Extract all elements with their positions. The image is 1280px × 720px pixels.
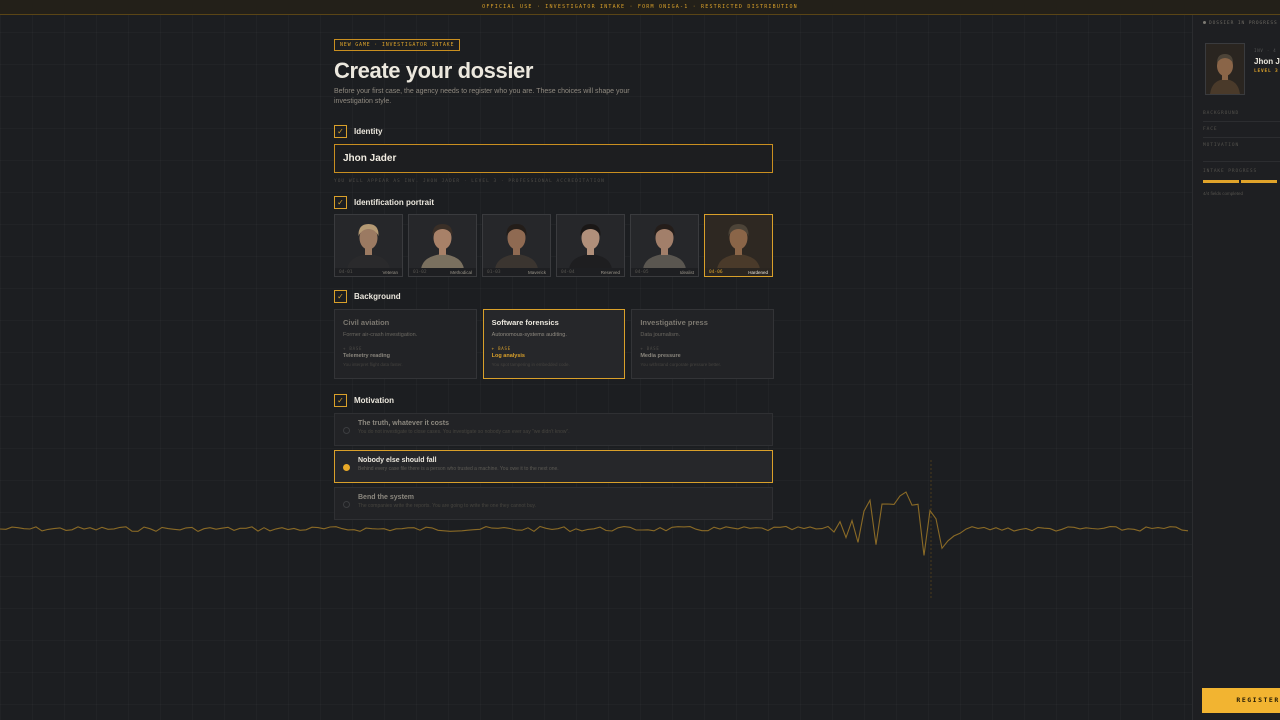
portrait-number: 01-02 <box>413 269 427 275</box>
background-card-subtitle: Data journalism. <box>640 332 681 338</box>
sidebar-level: LEVEL 3 <box>1254 69 1279 74</box>
portrait-label: Reserved <box>600 269 620 275</box>
background-card-software-forensics[interactable]: Software forensics Autonomous-systems au… <box>482 309 626 379</box>
background-card-skill: Telemetry reading <box>343 353 390 359</box>
portrait-label: Maverick <box>527 269 546 275</box>
divider <box>1203 161 1280 162</box>
background-card-title: Investigative press <box>640 318 708 327</box>
portrait-label: Methodical <box>450 269 472 275</box>
portrait-avatar-icon <box>557 215 624 269</box>
background-section: ✓ Background Civil aviation Former air-c… <box>334 289 775 379</box>
portrait-card-idealist[interactable]: 04-05 Idealist <box>630 214 699 277</box>
background-card-desc: You interpret flight data faster. <box>343 362 403 367</box>
portrait-avatar-icon <box>631 215 698 269</box>
register-button[interactable]: REGISTER A <box>1202 688 1280 713</box>
name-input[interactable]: Jhon Jader <box>334 144 773 173</box>
identity-title: Identity <box>354 126 383 136</box>
motivation-option-title: Bend the system <box>358 494 415 501</box>
sidebar-field-background: BACKGROUND <box>1203 111 1240 116</box>
background-check-icon: ✓ <box>334 289 347 303</box>
portrait-card-hardened[interactable]: 04-06 Hardened <box>704 214 773 277</box>
divider <box>1203 121 1280 122</box>
motivation-check-icon: ✓ <box>334 393 347 407</box>
portrait-avatar-icon <box>705 215 772 269</box>
top-classification-bar: OFFICIAL USE · INVESTIGATOR INTAKE · FOR… <box>0 0 1280 15</box>
portrait-number: 04-01 <box>339 269 353 275</box>
background-card-desc: You withstand corporate pressure better. <box>640 362 721 367</box>
portrait-card-maverick[interactable]: 01-03 Maverick <box>482 214 551 277</box>
radio-icon <box>343 427 350 434</box>
background-card-bonus: + BASE <box>343 346 363 351</box>
portrait-label: Hardened <box>748 269 768 275</box>
portrait-card-reserved[interactable]: 04-04 Reserved <box>556 214 625 277</box>
identity-check-icon: ✓ <box>334 124 347 138</box>
dossier-form: NEW GAME · INVESTIGATOR INTAKE Create yo… <box>334 33 775 524</box>
sidebar-name: Jhon J <box>1254 57 1280 66</box>
motivation-option-desc: Behind every case file there is a person… <box>358 466 559 472</box>
page-subtitle: Before your first case, the agency needs… <box>334 88 630 105</box>
background-card-civil-aviation[interactable]: Civil aviation Former air-crash investig… <box>334 309 477 379</box>
motivation-option-desc: The companies write the reports. You are… <box>358 503 537 509</box>
portrait-avatar-icon <box>409 215 476 269</box>
sidebar-header-text: DOSSIER IN PROGRESS <box>1209 21 1278 26</box>
dossier-sidebar: DOSSIER IN PROGRESS INV · 4 Jhon J LEVEL… <box>1192 15 1280 720</box>
portrait-number: 04-05 <box>635 269 649 275</box>
sidebar-portrait <box>1205 43 1245 95</box>
sidebar-progress-label: INTAKE PROGRESS <box>1203 169 1258 174</box>
portrait-title: Identification portrait <box>354 197 434 207</box>
portrait-number: 04-06 <box>709 269 723 275</box>
background-card-desc: You spot tampering in embedded code. <box>491 362 570 367</box>
status-dot-icon <box>1203 21 1206 24</box>
background-title: Background <box>354 291 401 301</box>
portrait-avatar-icon <box>335 215 402 269</box>
portrait-avatar-icon <box>1206 44 1244 94</box>
sidebar-field-motivation: MOTIVATION <box>1203 143 1240 148</box>
portrait-card-methodical[interactable]: 01-02 Methodical <box>408 214 477 277</box>
motivation-option-title: The truth, whatever it costs <box>358 420 450 427</box>
background-card-subtitle: Autonomous-systems auditing. <box>491 332 567 338</box>
background-card-bonus: + BASE <box>491 346 511 351</box>
motivation-section: ✓ Motivation The truth, whatever it cost… <box>334 393 774 520</box>
motivation-option-bend-system[interactable]: Bend the system The companies write the … <box>334 487 773 520</box>
background-card-skill: Log analysis <box>491 353 525 359</box>
sidebar-header: DOSSIER IN PROGRESS <box>1203 21 1278 26</box>
portrait-check-icon: ✓ <box>334 195 347 209</box>
sidebar-field-count: 4/4 fields completed <box>1203 191 1244 196</box>
portrait-number: 01-03 <box>487 269 501 275</box>
sidebar-code: INV · 4 <box>1254 48 1277 53</box>
portrait-section: ✓ Identification portrait 04-01 Veteran 01… <box>334 195 774 277</box>
radio-icon <box>343 501 350 508</box>
motivation-title: Motivation <box>354 395 394 405</box>
new-game-tag: NEW GAME · INVESTIGATOR INTAKE <box>334 39 461 51</box>
portrait-label: Veteran <box>382 269 398 275</box>
divider <box>1203 137 1280 138</box>
page-title: Create your dossier <box>334 58 534 83</box>
portrait-card-veteran[interactable]: 04-01 Veteran <box>334 214 403 277</box>
motivation-option-truth[interactable]: The truth, whatever it costs You do not … <box>334 413 773 446</box>
radio-selected-icon <box>343 464 350 471</box>
name-note: YOU WILL APPEAR AS INV. JHON JADER · LEV… <box>334 179 605 184</box>
background-card-bonus: + BASE <box>640 346 660 351</box>
portrait-label: Idealist <box>679 269 694 275</box>
portrait-number: 04-04 <box>561 269 575 275</box>
background-card-title: Software forensics <box>491 318 559 327</box>
background-card-subtitle: Former air-crash investigation. <box>343 332 418 338</box>
motivation-option-nobody-else[interactable]: Nobody else should fall Behind every cas… <box>334 450 773 483</box>
motivation-option-title: Nobody else should fall <box>358 457 437 464</box>
portrait-avatar-icon <box>483 215 550 269</box>
background-card-investigative-press[interactable]: Investigative press Data journalism. + B… <box>631 309 775 379</box>
background-card-title: Civil aviation <box>343 318 390 327</box>
identity-section: ✓ Identity Jhon Jader YOU WILL APPEAR AS… <box>334 124 774 184</box>
background-card-skill: Media pressure <box>640 353 681 359</box>
portrait-grid: 04-01 Veteran 01-02 Methodical 01-03 Maverick… <box>334 214 774 277</box>
sidebar-field-face: FACE <box>1203 127 1218 132</box>
intake-progress-bar <box>1203 180 1277 183</box>
motivation-option-desc: You do not investigate to close cases. Y… <box>358 429 570 435</box>
